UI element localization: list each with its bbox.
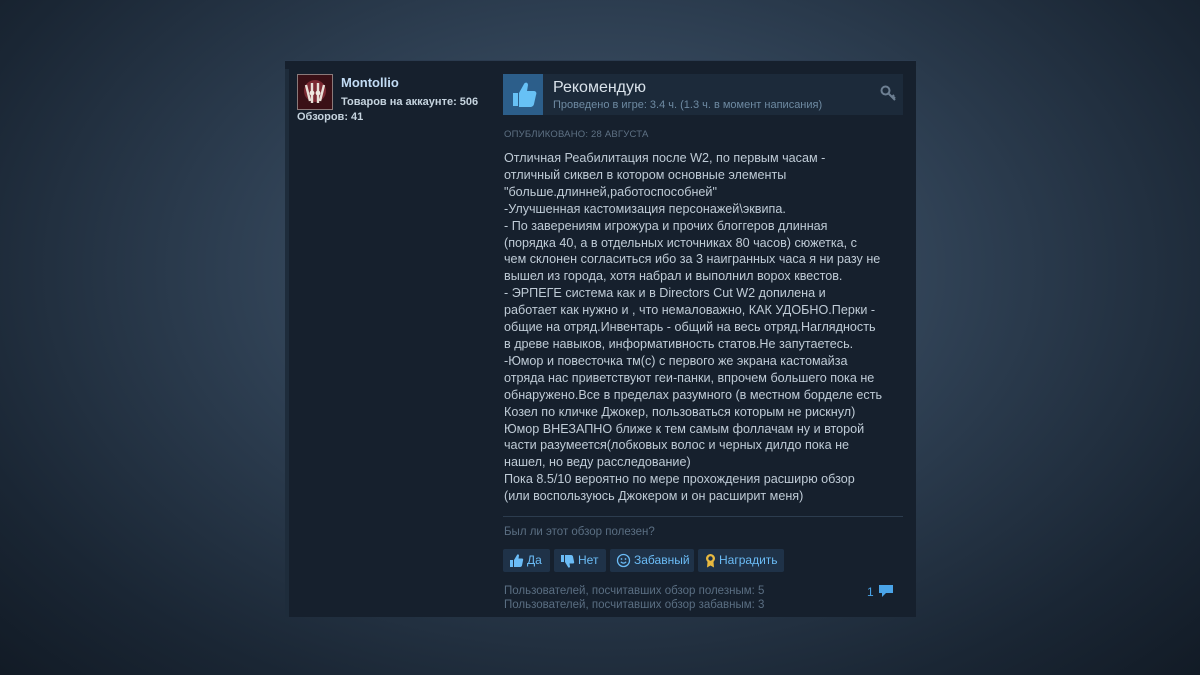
review-line: Козел по кличке Джокер, пользоваться кот… [504,404,856,419]
thumbs-down-icon [560,553,575,576]
review-line: обнаружено.Все в пределах разумного (в м… [504,387,883,402]
award-button[interactable]: Наградить [698,549,784,572]
avatar[interactable] [297,74,333,110]
review-line: части разумеется(лобковых волос и черных… [504,438,850,453]
review-line: Отличная Реабилитация после W2, по первы… [504,151,826,165]
thumbs-up-icon [503,74,543,115]
review-line: в древе навыков, информативность статов.… [504,336,854,351]
products-count[interactable]: Товаров на аккаунте: 506 [341,96,478,108]
review-line: "больше.длинней,работоспособней" [504,184,717,199]
review-line: -Улучшенная кастомизация персонажей\экви… [504,201,786,216]
funny-count: Пользователей, посчитавших обзор забавны… [504,598,765,611]
review-line: - ЭРПЕГЕ система как и в Directors Cut W… [504,286,826,301]
vote-stats: Пользователей, посчитавших обзор полезны… [504,585,764,612]
key-icon [880,85,897,107]
author-panel: Montollio Товаров на аккаунте: 506 Обзор… [285,61,489,617]
review-text: Отличная Реабилитация после W2, по первы… [504,150,900,505]
review-header: Рекомендую Проведено в игре: 3.4 ч. (1.3… [503,74,903,115]
vote-no-button[interactable]: Нет [554,549,606,572]
review-line: отряда нас приветствуют геи-панки, впроч… [504,370,875,385]
helpful-count: Пользователей, посчитавших обзор полезны… [504,585,765,597]
reviews-count[interactable]: Обзоров: 41 [297,111,363,123]
vote-yes-button[interactable]: Да [503,549,550,572]
thumbs-up-icon [509,553,524,576]
helpful-question: Был ли этот обзор полезен? [504,526,655,538]
review-line: чем склонен согласиться ибо за 3 наигран… [504,252,881,267]
review-card: Montollio Товаров на аккаунте: 506 Обзор… [285,60,916,617]
vote-yes-label: Да [527,553,542,567]
posted-date: ОПУБЛИКОВАНО: 28 АВГУСТА [504,129,649,140]
review-line: (порядка 40, а в отдельных источниках 80… [504,235,857,250]
comments-count: 1 [867,585,874,599]
review-line: работает как нужно и , что немаловажно, … [504,303,876,318]
vote-no-label: Нет [578,553,599,567]
review-line: Пока 8.5/10 вероятно по мере прохождения… [504,472,855,487]
author-name[interactable]: Montollio [341,75,399,90]
review-line: общие на отряд.Инвентарь - общий на весь… [504,320,876,335]
review-line: нашел, но веду расследование) [504,455,691,470]
review-line: отличный сиквел в котором основные элеме… [504,167,787,182]
vote-funny-label: Забавный [634,553,690,567]
recommendation-title[interactable]: Рекомендую [553,79,646,97]
vote-funny-button[interactable]: Забавный [610,549,694,572]
smiley-icon [616,553,631,576]
playtime: Проведено в игре: 3.4 ч. (1.3 ч. в момен… [553,99,823,111]
comments-link[interactable]: 1 [867,584,894,600]
comment-icon [878,584,894,601]
award-icon [704,553,717,576]
award-label: Наградить [719,553,778,567]
panel-rail [285,69,289,617]
review-line: -Юмор и повесточка тм(с) с первого же эк… [504,353,848,368]
divider [503,516,903,517]
review-line: - По заверениям игрожура и прочих блогге… [504,218,828,233]
review-line: вышел из города, хотя набрал и выполнил … [504,269,843,284]
review-line: (или воспользуюсь Джокером и он расширит… [504,489,804,504]
review-line: Юмор ВНЕЗАПНО ближе к тем самым фоллачам… [504,421,865,436]
